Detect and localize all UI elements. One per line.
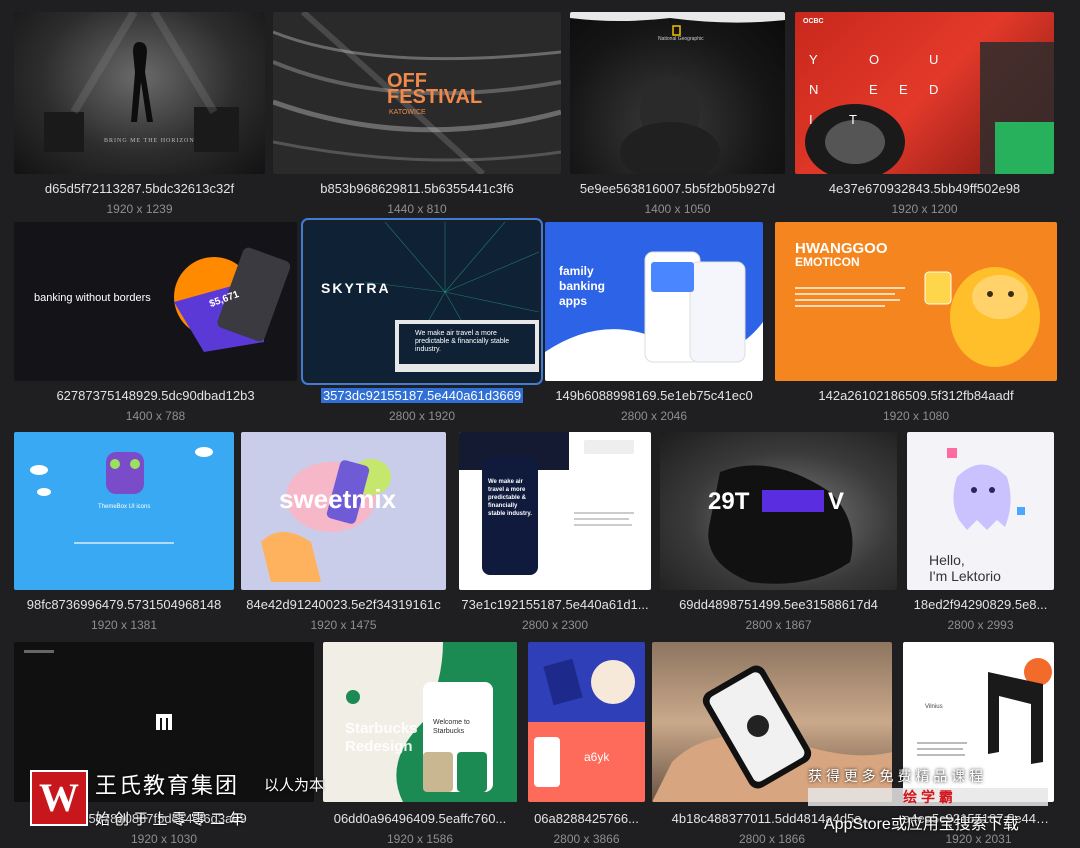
watermark-logo-letter: W <box>39 775 79 820</box>
thumbnail-image[interactable]: Hello, I'm Lektorio <box>907 432 1054 590</box>
file-dimensions: 1920 x 1239 <box>106 202 173 216</box>
file-dimensions: 2800 x 1866 <box>738 832 806 846</box>
file-dimensions: 1920 x 2031 <box>945 832 1012 846</box>
phone-headline: We make air travel a more predictable & … <box>488 479 532 517</box>
festival-subtitle: KATOWICE <box>389 109 426 116</box>
welcome-text: Welcome to Starbucks <box>433 719 470 735</box>
brand-name: sweetmix <box>279 484 397 514</box>
headline: banking without borders <box>34 292 151 304</box>
headline: family banking apps <box>559 264 606 308</box>
file-name: 149b6088998169.5e1eb75c41ec0 <box>555 388 753 403</box>
watermark-promo: AppStore或应用宝搜索下载 <box>824 816 1019 833</box>
thumbnail-image[interactable]: We make air travel a more predictable & … <box>459 432 651 590</box>
greeting: Hello, <box>929 552 965 568</box>
thumbnail-image[interactable]: Starbucks Redesign Welcome to Starbucks <box>323 642 517 802</box>
car-graphic <box>805 42 1054 174</box>
watermark-slogan: 以人为本 <box>264 777 325 794</box>
file-dimensions: 1920 x 1381 <box>90 618 158 632</box>
title: EMOTICON <box>795 255 860 269</box>
thumbnail-image[interactable]: OFF FESTIVAL KATOWICE <box>273 12 561 174</box>
letter: D <box>929 82 939 97</box>
bank-logo: OCBC <box>803 18 824 25</box>
brand-name: a6yk <box>584 750 610 764</box>
thumbnail-image[interactable]: family banking apps <box>545 222 763 381</box>
file-dimensions: 1920 x 1586 <box>386 832 454 846</box>
brand-name: 29T <box>708 488 750 515</box>
thumbnail-image[interactable]: banking without borders $5,671 <box>14 222 297 381</box>
thumbnail-image[interactable]: OCBC Y O U N E E D I T <box>795 12 1054 174</box>
watermark-promo-band: 绘 学 霸 <box>808 788 1048 806</box>
thumbnail-image[interactable]: sweetmix <box>241 432 446 590</box>
file-dimensions: 1920 x 1475 <box>310 618 377 632</box>
file-name: 62787375148929.5dc90dbad12b3 <box>56 388 255 403</box>
watermark-app-name: 绘 学 霸 <box>903 789 953 805</box>
watermark-promo: 获 得 更 多 免 费 精 品 课 程 <box>808 768 984 784</box>
file-dimensions: 2800 x 2046 <box>620 409 688 423</box>
tagline: We make air travel a more predictable & … <box>415 330 510 353</box>
file-name: 98fc8736996479.5731504968148 <box>26 597 222 612</box>
title: Redesign <box>345 738 413 755</box>
file-dimensions: 2800 x 3866 <box>553 832 620 846</box>
file-dimensions: 2800 x 1920 <box>388 409 456 423</box>
thumbnail-image[interactable]: SKYTRA We make air travel a more predict… <box>301 218 543 385</box>
greeting: I'm Lektorio <box>929 568 1001 584</box>
file-name: 06a8288425766... <box>534 811 639 826</box>
file-name-highlight: 3573dc92155187.5e440a61d3669 <box>320 388 524 403</box>
radial-lines-graphic <box>364 222 539 372</box>
thumbnail-image[interactable]: BRING ME THE HORIZON <box>14 12 265 174</box>
watermark-subline: 始 创 于 上 零 零 二 年 <box>95 811 245 828</box>
file-dimensions: 1920 x 1080 <box>882 409 950 423</box>
letter: T <box>849 112 857 127</box>
file-name: 73e1c192155187.5e440a61d1... <box>461 597 649 612</box>
file-dimensions: 2800 x 1867 <box>745 618 812 632</box>
thumbnail-image[interactable]: National Geographic <box>570 12 785 174</box>
letter: E <box>899 82 908 97</box>
letter: N <box>809 82 819 97</box>
brand-name-end: V <box>828 488 845 515</box>
file-dimensions: 1440 x 810 <box>387 202 447 216</box>
file-dimensions: 2800 x 2993 <box>947 618 1014 632</box>
file-name: 84e42d91240023.5e2f34319161c <box>246 597 441 612</box>
file-dimensions: 2800 x 2300 <box>521 618 589 632</box>
title: Starbucks <box>345 720 418 737</box>
thumbnail-image[interactable]: ThemeBox UI icons <box>14 432 234 590</box>
watermark-company: 王氏教育集团 <box>95 773 240 798</box>
thumbnail-image[interactable]: HWANGGOO EMOTICON <box>775 222 1057 381</box>
file-name: 69dd4898751499.5ee31588617d4 <box>679 597 878 612</box>
file-dimensions: 1400 x 788 <box>125 409 186 423</box>
brand-name: National Geographic <box>658 36 704 42</box>
festival-title: FESTIVAL <box>387 86 483 108</box>
hand-graphic <box>708 465 853 584</box>
letter: Y <box>809 52 818 67</box>
file-dimensions: 1400 x 1050 <box>644 202 711 216</box>
poster-caption: BRING ME THE HORIZON <box>104 138 195 144</box>
letter: E <box>869 82 878 97</box>
brand-name: SKYTRA <box>321 280 391 296</box>
letter: O <box>869 52 880 67</box>
brand-name: Vilnius <box>925 704 943 710</box>
file-name: 142a26102186509.5f312fb84aadf <box>818 388 1014 403</box>
file-name-selected: 3573dc92155187.5e440a61d3669 <box>305 388 539 403</box>
letter: I <box>809 112 813 127</box>
concert-stage-graphic <box>44 12 239 152</box>
file-dimensions: 1920 x 1030 <box>130 832 198 846</box>
caption: ThemeBox UI icons <box>98 504 151 510</box>
letter: U <box>929 52 939 67</box>
file-name: 4e37e670932843.5bb49ff502e98 <box>828 181 1021 196</box>
book-app-graphic <box>528 658 645 802</box>
thumbnail-image[interactable]: 29T V <box>660 432 897 590</box>
file-name: b853b968629811.5b6355441c3f6 <box>320 181 514 196</box>
thumbnail-image[interactable]: a6yk <box>528 642 645 802</box>
watermark-logo: W <box>30 770 88 826</box>
file-name: 18ed2f94290829.5e8... <box>913 597 1048 612</box>
file-name: 5e9ee563816007.5b5f2b05b927d <box>579 181 776 196</box>
file-name: d65d5f72113287.5bdc32613c32f <box>44 181 235 196</box>
file-name: 06dd0a96496409.5eaffc760... <box>333 811 507 826</box>
file-dimensions: 1920 x 1200 <box>891 202 958 216</box>
icon-set-graphic <box>30 447 213 544</box>
